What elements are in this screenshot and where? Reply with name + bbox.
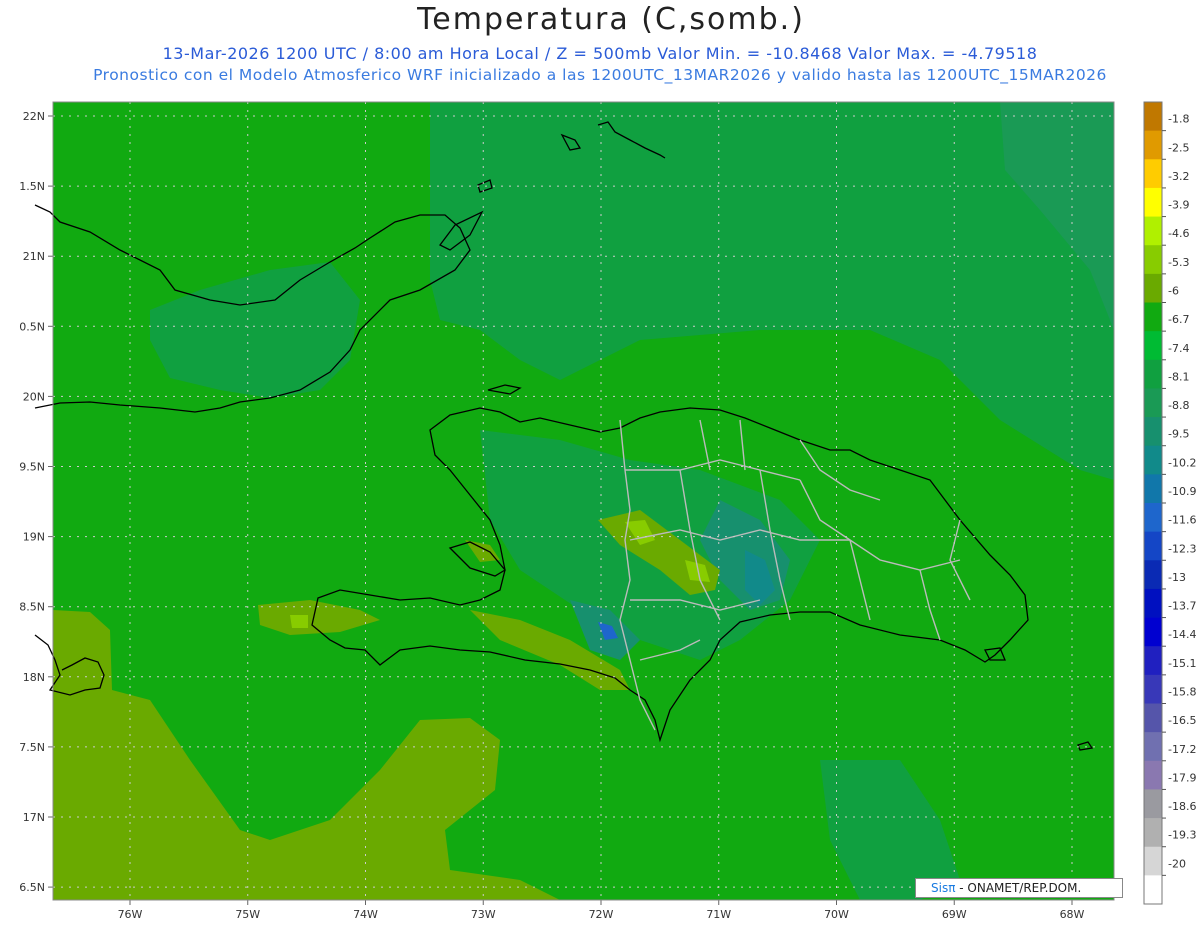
colorbar-label: -10.2 <box>1168 456 1196 469</box>
lon-label: 76W <box>118 908 143 921</box>
lon-label: 72W <box>589 908 614 921</box>
colorbar-label: -6 <box>1168 285 1179 298</box>
colorbar-label: -8.1 <box>1168 370 1189 383</box>
lon-label: 71W <box>706 908 731 921</box>
colorbar-swatch <box>1144 302 1162 332</box>
colorbar-swatch <box>1144 359 1162 389</box>
field-warm-haiti-5 <box>290 615 308 628</box>
lat-label: 21N <box>23 250 45 263</box>
lat-label: 17N <box>23 811 45 824</box>
colorbar-label: -13 <box>1168 571 1186 584</box>
colorbar-label: -4.6 <box>1168 227 1189 240</box>
lon-label: 70W <box>824 908 849 921</box>
colorbar-label: -3.2 <box>1168 170 1189 183</box>
credit-text: - ONAMET/REP.DOM. <box>955 881 1082 895</box>
colorbar-swatch <box>1144 245 1162 275</box>
lat-label: 9.5N <box>19 461 45 474</box>
colorbar-label: -18.6 <box>1168 800 1196 813</box>
colorbar-swatch <box>1144 646 1162 676</box>
colorbar-label: -2.5 <box>1168 141 1189 154</box>
colorbar-label: -20 <box>1168 857 1186 870</box>
colorbar-label: -1.8 <box>1168 113 1189 126</box>
colorbar-swatch <box>1144 531 1162 561</box>
lon-label: 75W <box>235 908 260 921</box>
colorbar-swatch <box>1144 875 1162 905</box>
colorbar: -1.8 -2.5 -3.2 -3.9 -4.6 -5.3 -6 -6.7 -7.4 -8.1 -8… <box>1143 101 1196 905</box>
colorbar-label: -12.3 <box>1168 542 1196 555</box>
colorbar-swatch <box>1144 388 1162 418</box>
lat-label: 8.5N <box>19 601 45 614</box>
colorbar-swatch <box>1144 445 1162 475</box>
colorbar-label: -16.5 <box>1168 714 1196 727</box>
colorbar-swatch <box>1144 130 1162 160</box>
colorbar-swatch <box>1144 846 1162 876</box>
lat-label: 22N <box>23 110 45 123</box>
colorbar-swatch <box>1144 102 1162 132</box>
colorbar-swatch <box>1144 417 1162 447</box>
colorbar-label: -8.8 <box>1168 399 1189 412</box>
colorbar-swatch <box>1144 789 1162 819</box>
lat-label: 1.5N <box>19 180 45 193</box>
colorbar-label: -17.2 <box>1168 743 1196 756</box>
colorbar-label: -10.9 <box>1168 485 1196 498</box>
colorbar-label: -5.3 <box>1168 256 1189 269</box>
lat-label: 19N <box>23 531 45 544</box>
lon-label: 73W <box>471 908 496 921</box>
map-area <box>53 102 1114 900</box>
colorbar-label: -19.3 <box>1168 829 1196 842</box>
colorbar-swatch <box>1144 331 1162 361</box>
colorbar-swatch <box>1144 818 1162 848</box>
lat-label: 6.5N <box>19 881 45 894</box>
colorbar-label: -14.4 <box>1168 628 1196 641</box>
colorbar-swatch <box>1144 273 1162 303</box>
colorbar-label: -9.5 <box>1168 428 1189 441</box>
colorbar-label: -6.7 <box>1168 313 1189 326</box>
colorbar-swatch <box>1144 159 1162 189</box>
colorbar-label: -15.1 <box>1168 657 1196 670</box>
colorbar-swatch <box>1144 503 1162 533</box>
colorbar-label: -7.4 <box>1168 342 1189 355</box>
lon-label: 74W <box>353 908 378 921</box>
colorbar-swatch <box>1144 674 1162 704</box>
lon-label: 68W <box>1060 908 1085 921</box>
lat-label: 20N <box>23 390 45 403</box>
lat-label: 7.5N <box>19 741 45 754</box>
colorbar-swatch <box>1144 588 1162 618</box>
colorbar-label: -15.8 <box>1168 686 1196 699</box>
colorbar-swatch <box>1144 760 1162 790</box>
colorbar-swatch <box>1144 474 1162 504</box>
colorbar-swatch <box>1144 560 1162 590</box>
colorbar-label: -3.9 <box>1168 199 1189 212</box>
lat-label: 0.5N <box>19 320 45 333</box>
colorbar-label: -11.6 <box>1168 514 1196 527</box>
sispi-logo: Sisπ <box>931 881 956 895</box>
colorbar-swatch <box>1144 617 1162 647</box>
latitude-labels: 22N 1.5N 21N 0.5N 20N 9.5N 19N 8.5N 18N 7.5N 17N 6.… <box>19 110 53 894</box>
credit-box: Sisπ - ONAMET/REP.DOM. <box>915 878 1123 898</box>
lat-label: 18N <box>23 671 45 684</box>
colorbar-label: -13.7 <box>1168 600 1196 613</box>
colorbar-swatch <box>1144 187 1162 217</box>
colorbar-swatch <box>1144 732 1162 762</box>
colorbar-swatch <box>1144 216 1162 246</box>
longitude-labels: 76W 75W 74W 73W 72W 71W 70W 69W 68W <box>118 900 1085 921</box>
colorbar-label: -17.9 <box>1168 771 1196 784</box>
temperature-map: 22N 1.5N 21N 0.5N 20N 9.5N 19N 8.5N 18N 7.5N 17N 6.… <box>19 101 1196 921</box>
colorbar-swatch <box>1144 703 1162 733</box>
lon-label: 69W <box>942 908 967 921</box>
